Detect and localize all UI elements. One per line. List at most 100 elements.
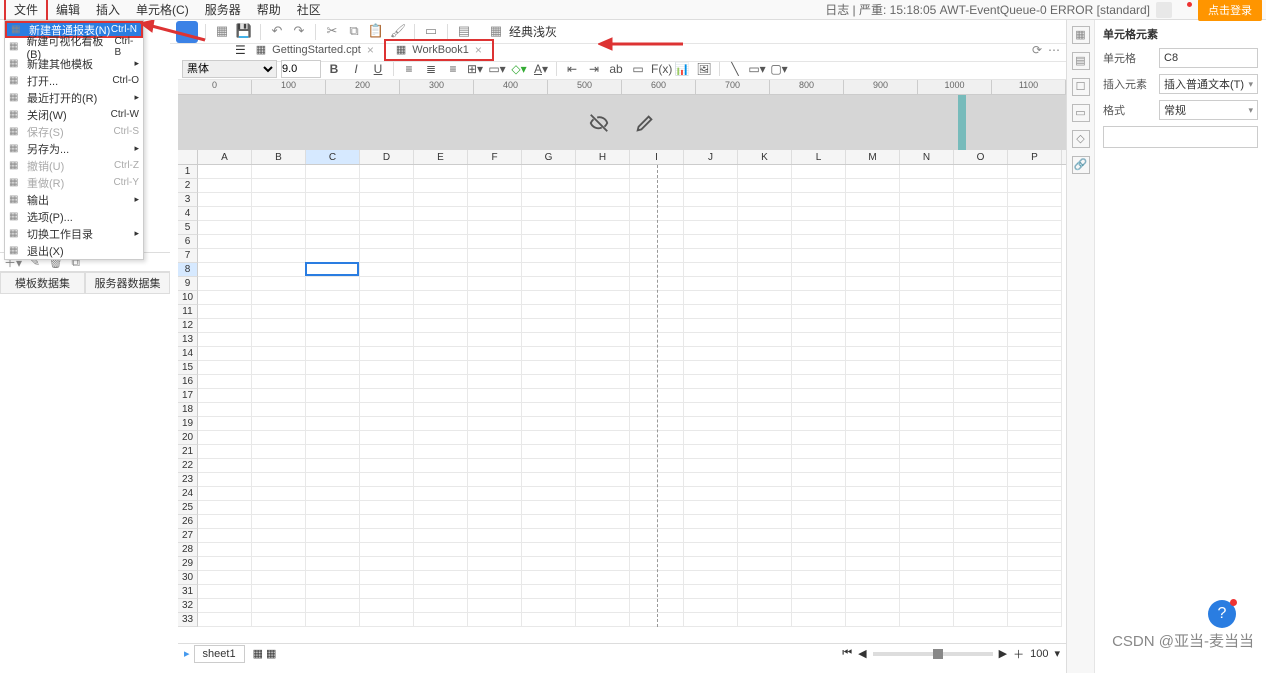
row-header-29[interactable]: 29 [178, 557, 198, 571]
cell[interactable] [522, 207, 576, 221]
cell[interactable] [738, 487, 792, 501]
cell[interactable] [684, 543, 738, 557]
cell[interactable] [414, 501, 468, 515]
cell[interactable] [684, 529, 738, 543]
cell[interactable] [576, 599, 630, 613]
cell[interactable] [684, 585, 738, 599]
cell[interactable] [198, 221, 252, 235]
cell[interactable] [252, 291, 306, 305]
cell[interactable] [360, 459, 414, 473]
cell[interactable] [684, 613, 738, 627]
cell[interactable] [576, 529, 630, 543]
cell[interactable] [468, 515, 522, 529]
border-icon[interactable]: ⊞▾ [466, 60, 484, 78]
cell[interactable] [576, 403, 630, 417]
cell[interactable] [954, 221, 1008, 235]
cell[interactable] [684, 193, 738, 207]
cell[interactable] [252, 585, 306, 599]
cell[interactable] [468, 319, 522, 333]
tab-template-dataset[interactable]: 模板数据集 [0, 272, 85, 294]
cell[interactable] [252, 473, 306, 487]
cell[interactable] [954, 291, 1008, 305]
cell[interactable] [738, 599, 792, 613]
row-header-11[interactable]: 11 [178, 305, 198, 319]
cell[interactable] [198, 543, 252, 557]
cell[interactable] [414, 417, 468, 431]
cell[interactable] [792, 221, 846, 235]
cell[interactable] [1008, 389, 1062, 403]
cell[interactable] [792, 333, 846, 347]
widget-icon[interactable]: ▭ [1072, 104, 1090, 122]
align-left-icon[interactable]: ≡ [400, 60, 418, 78]
cell[interactable] [1008, 221, 1062, 235]
cell[interactable] [954, 263, 1008, 277]
row-header-16[interactable]: 16 [178, 375, 198, 389]
row-header-3[interactable]: 3 [178, 193, 198, 207]
cell[interactable] [900, 389, 954, 403]
cell[interactable] [846, 445, 900, 459]
eye-off-icon[interactable] [588, 112, 610, 134]
cell[interactable] [306, 347, 360, 361]
cell[interactable] [738, 417, 792, 431]
cell[interactable] [522, 459, 576, 473]
cell[interactable] [360, 361, 414, 375]
col-header-F[interactable]: F [468, 150, 522, 164]
cell[interactable] [522, 165, 576, 179]
cell[interactable] [576, 165, 630, 179]
cell[interactable] [414, 361, 468, 375]
cell[interactable] [522, 277, 576, 291]
row-header-21[interactable]: 21 [178, 445, 198, 459]
align-center-icon[interactable]: ≣ [422, 60, 440, 78]
message-icon[interactable] [1156, 2, 1172, 18]
cell[interactable] [360, 403, 414, 417]
cell[interactable] [198, 249, 252, 263]
cell[interactable] [1008, 557, 1062, 571]
row-header-12[interactable]: 12 [178, 319, 198, 333]
row-header-27[interactable]: 27 [178, 529, 198, 543]
cell[interactable] [306, 487, 360, 501]
cell[interactable] [1008, 361, 1062, 375]
cell[interactable] [846, 347, 900, 361]
cell[interactable] [468, 459, 522, 473]
cell[interactable] [360, 179, 414, 193]
cell[interactable] [846, 543, 900, 557]
cell[interactable] [846, 431, 900, 445]
cell[interactable] [198, 431, 252, 445]
cell[interactable] [198, 557, 252, 571]
row-header-13[interactable]: 13 [178, 333, 198, 347]
cell[interactable] [1008, 585, 1062, 599]
cell[interactable] [360, 249, 414, 263]
cell[interactable] [846, 165, 900, 179]
cell[interactable] [900, 487, 954, 501]
cell[interactable] [900, 361, 954, 375]
row-header-10[interactable]: 10 [178, 291, 198, 305]
menu-item[interactable]: ▦另存为...▸ [5, 140, 143, 157]
cell[interactable] [576, 389, 630, 403]
cell[interactable] [468, 571, 522, 585]
cell[interactable] [846, 319, 900, 333]
cell[interactable] [738, 221, 792, 235]
cell[interactable] [306, 319, 360, 333]
cell[interactable] [414, 277, 468, 291]
cell[interactable] [252, 431, 306, 445]
close-icon[interactable]: × [367, 43, 374, 57]
cell[interactable] [576, 417, 630, 431]
menu-item[interactable]: ▦新建可视化看板(B)Ctrl-B [5, 38, 143, 55]
cell[interactable] [360, 207, 414, 221]
cell[interactable] [900, 403, 954, 417]
cell[interactable] [1008, 193, 1062, 207]
cell[interactable] [360, 221, 414, 235]
cell[interactable] [198, 501, 252, 515]
cell[interactable] [198, 179, 252, 193]
cell[interactable] [468, 361, 522, 375]
cell[interactable] [468, 389, 522, 403]
bold-icon[interactable]: B [325, 60, 343, 78]
cell[interactable] [360, 445, 414, 459]
cell[interactable] [522, 585, 576, 599]
cell[interactable] [576, 333, 630, 347]
cell[interactable] [900, 235, 954, 249]
cell[interactable] [846, 389, 900, 403]
cell[interactable] [468, 165, 522, 179]
row-header-8[interactable]: 8 [178, 263, 198, 277]
row-header-1[interactable]: 1 [178, 165, 198, 179]
